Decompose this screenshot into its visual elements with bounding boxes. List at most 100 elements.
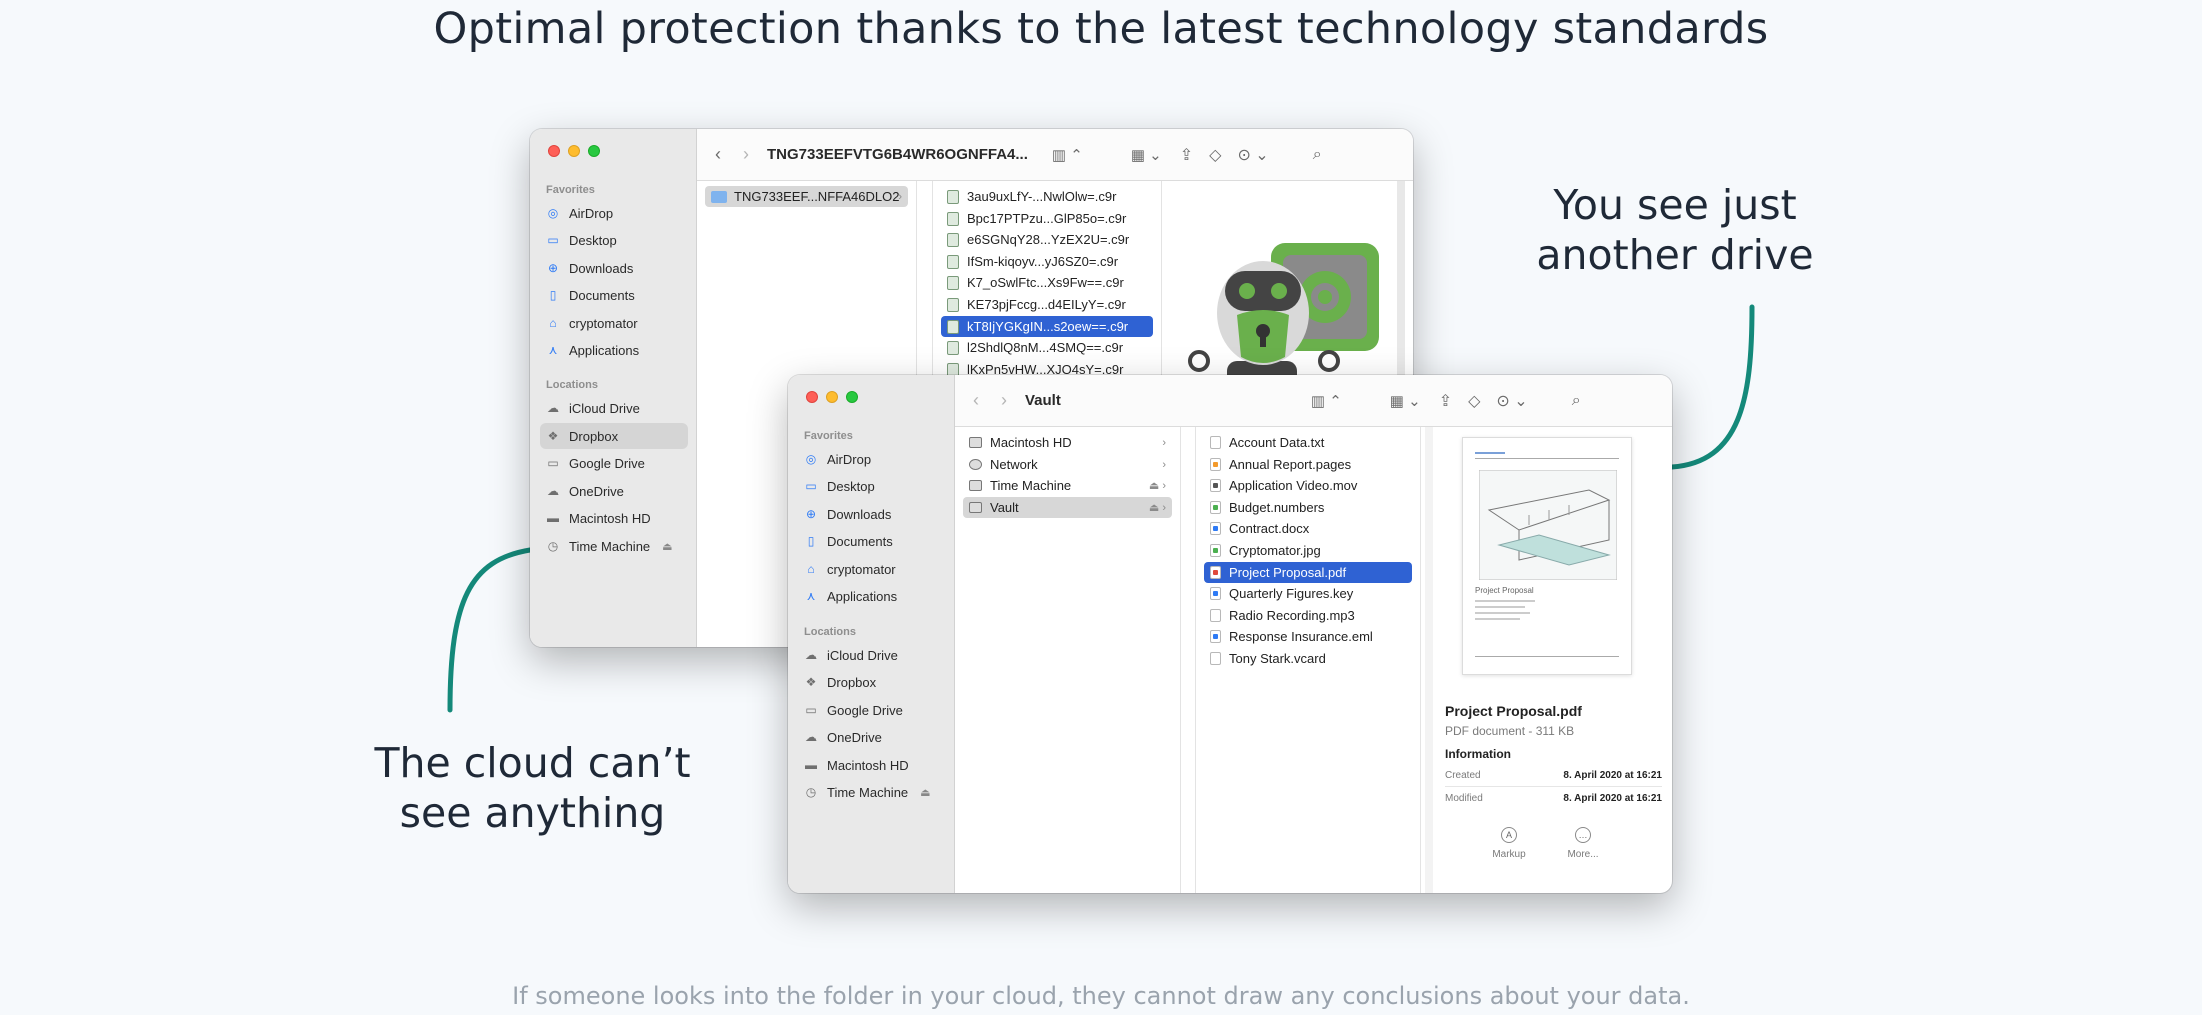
list-item[interactable]: l2ShdlQ8nM...4SMQ==.c9r [941, 337, 1153, 358]
list-item[interactable]: Budget.numbers [1204, 497, 1412, 518]
eject-icon[interactable]: ⏏ [662, 540, 672, 553]
sidebar-item-google-drive[interactable]: ▭ Google Drive [540, 450, 688, 476]
list-item[interactable]: Application Video.mov [1204, 475, 1412, 496]
more-actions-icon[interactable]: ⊙ ⌄ [1237, 145, 1268, 165]
sidebar-item-cryptomator[interactable]: ⌂ cryptomator [540, 310, 688, 336]
list-item-selected[interactable]: kT8IjYGKgIN...s2oew==.c9r [941, 316, 1153, 337]
sidebar-item-documents[interactable]: ▯ Documents [540, 282, 688, 308]
sidebar-item-icloud-drive[interactable]: ☁ iCloud Drive [540, 395, 688, 421]
sidebar-item-dropbox[interactable]: ❖ Dropbox [540, 423, 688, 449]
sidebar-item-applications[interactable]: ⋏ Applications [798, 583, 946, 609]
group-icon[interactable]: ▦ ⌄ [1131, 146, 1162, 164]
clock-icon: ◷ [805, 785, 817, 799]
list-item[interactable]: e6SGNqY28...YzEX2U=.c9r [941, 229, 1153, 250]
sidebar-item-downloads[interactable]: ⊕ Downloads [540, 255, 688, 281]
eject-icon[interactable]: ⏏ [920, 786, 930, 799]
list-item-label: 3au9uxLfY-...NwlOlw=.c9r [967, 189, 1117, 204]
sidebar-item-onedrive[interactable]: ☁ OneDrive [798, 724, 946, 750]
sidebar-item-label: Downloads [569, 260, 634, 276]
column-view-icon[interactable]: ▥ ⌃ [1052, 146, 1083, 164]
list-item[interactable]: Network › [963, 454, 1172, 475]
back-chevron-icon[interactable]: ‹ [715, 144, 721, 165]
list-item[interactable]: Macintosh HD › [963, 432, 1172, 453]
list-item[interactable]: Radio Recording.mp3 [1204, 605, 1412, 626]
preview-file-name: Project Proposal.pdf [1445, 703, 1582, 719]
list-item[interactable]: IfSm-kiqoyv...yJ6SZ0=.c9r [941, 251, 1153, 272]
sidebar-item-label: Time Machine [569, 538, 651, 554]
list-item[interactable]: Time Machine ⏏ › [963, 475, 1172, 496]
sidebar-item-downloads[interactable]: ⊕ Downloads [798, 501, 946, 527]
list-item[interactable]: Bpc17PTPzu...GlP85o=.c9r [941, 208, 1153, 229]
search-icon[interactable]: ⌕ [1313, 146, 1322, 164]
close-button[interactable] [548, 145, 560, 157]
dropbox-icon: ❖ [547, 429, 559, 443]
close-button[interactable] [806, 391, 818, 403]
encrypted-file-icon [947, 211, 959, 226]
search-icon[interactable]: ⌕ [1572, 392, 1581, 410]
column-divider[interactable] [1425, 427, 1433, 893]
chevron-right-icon: › [1162, 436, 1166, 449]
information-heading: Information [1445, 747, 1511, 761]
list-item[interactable]: Contract.docx [1204, 518, 1412, 539]
list-item-label: Account Data.txt [1229, 435, 1325, 450]
callout-right-line-2: another drive [1536, 231, 1814, 279]
column-view-icon[interactable]: ▥ ⌃ [1311, 392, 1342, 410]
sidebar-item-desktop[interactable]: ▭ Desktop [540, 227, 688, 253]
sidebar-item-label: OneDrive [827, 729, 882, 745]
numbers-file-icon [1210, 501, 1221, 514]
sidebar-item-macintosh-hd[interactable]: ▬ Macintosh HD [798, 752, 946, 778]
list-item[interactable]: KE73pjFccg...d4EILyY=.c9r [941, 294, 1153, 315]
list-item-selected[interactable]: Project Proposal.pdf [1204, 562, 1412, 583]
back-chevron-icon[interactable]: ‹ [973, 390, 979, 411]
list-item[interactable]: Cryptomator.jpg [1204, 540, 1412, 561]
zoom-button[interactable] [846, 391, 858, 403]
sidebar-item-documents[interactable]: ▯ Documents [798, 528, 946, 554]
share-icon[interactable]: ⇪ [1180, 145, 1193, 165]
sidebar-item-label: Downloads [827, 506, 892, 522]
sidebar-item-time-machine[interactable]: ◷ Time Machine ⏏ [798, 779, 946, 805]
encrypted-file-icon [947, 319, 959, 334]
sidebar-item-icloud-drive[interactable]: ☁ iCloud Drive [798, 642, 946, 668]
more-button[interactable]: … More... [1553, 827, 1613, 860]
sidebar-item-label: Desktop [569, 232, 617, 248]
window-title: Vault [1025, 392, 1061, 409]
dropbox-icon: ❖ [805, 675, 817, 689]
list-item[interactable]: Response Insurance.eml [1204, 626, 1412, 647]
sidebar-item-cryptomator[interactable]: ⌂ cryptomator [798, 556, 946, 582]
forward-chevron-icon[interactable]: › [743, 144, 749, 165]
list-item-label: kT8IjYGKgIN...s2oew==.c9r [967, 319, 1129, 334]
sidebar-item-airdrop[interactable]: ◎ AirDrop [540, 200, 688, 226]
sidebar-item-desktop[interactable]: ▭ Desktop [798, 473, 946, 499]
list-item[interactable]: TNG733EEF...NFFA46DLO2 › [705, 186, 908, 207]
zoom-button[interactable] [588, 145, 600, 157]
list-item[interactable]: K7_oSwlFtc...Xs9Fw==.c9r [941, 272, 1153, 293]
minimize-button[interactable] [826, 391, 838, 403]
footer-caption: If someone looks into the folder in your… [512, 982, 1690, 1010]
minimize-button[interactable] [568, 145, 580, 157]
list-item[interactable]: Annual Report.pages [1204, 454, 1412, 475]
sidebar-item-google-drive[interactable]: ▭ Google Drive [798, 697, 946, 723]
tag-icon[interactable]: ◇ [1209, 145, 1221, 165]
list-item[interactable]: Quarterly Figures.key [1204, 583, 1412, 604]
sidebar-item-onedrive[interactable]: ☁ OneDrive [540, 478, 688, 504]
markup-button[interactable]: A Markup [1479, 827, 1539, 860]
created-label: Created [1445, 770, 1481, 781]
sidebar-item-applications[interactable]: ⋏ Applications [540, 337, 688, 363]
sidebar-item-label: AirDrop [827, 451, 872, 467]
sidebar-item-time-machine[interactable]: ◷ Time Machine ⏏ [540, 533, 688, 559]
sidebar-item-macintosh-hd[interactable]: ▬ Macintosh HD [540, 505, 688, 531]
list-item[interactable]: Tony Stark.vcard [1204, 648, 1412, 669]
scrollbar[interactable] [1397, 181, 1405, 381]
group-icon[interactable]: ▦ ⌄ [1390, 392, 1421, 410]
sidebar-item-dropbox[interactable]: ❖ Dropbox [798, 669, 946, 695]
share-icon[interactable]: ⇪ [1439, 391, 1452, 411]
list-item-selected[interactable]: Vault ⏏ › [963, 497, 1172, 518]
forward-chevron-icon[interactable]: › [1001, 390, 1007, 411]
airdrop-icon: ◎ [547, 206, 559, 220]
list-item[interactable]: Account Data.txt [1204, 432, 1412, 453]
vault-drive-icon [969, 502, 982, 513]
sidebar-item-airdrop[interactable]: ◎ AirDrop [798, 446, 946, 472]
list-item[interactable]: 3au9uxLfY-...NwlOlw=.c9r [941, 186, 1153, 207]
tag-icon[interactable]: ◇ [1468, 391, 1480, 411]
more-actions-icon[interactable]: ⊙ ⌄ [1496, 391, 1527, 411]
